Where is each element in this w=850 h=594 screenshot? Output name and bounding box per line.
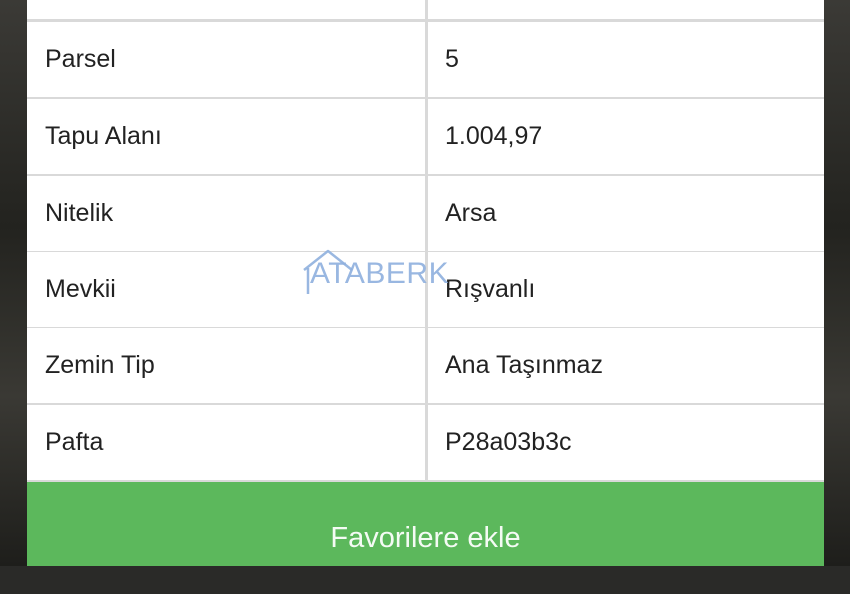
background-right [824, 0, 850, 566]
nitelik-value: Arsa [445, 199, 497, 227]
tapu-alani-value: 1.004,97 [445, 122, 543, 150]
mevkii-value: Rışvanlı [445, 275, 536, 303]
row-label [45, 0, 405, 19]
pafta-value: P28a03b3c [445, 428, 572, 456]
pafta-label: Pafta [45, 428, 104, 456]
row-value [445, 0, 805, 19]
mevkii-label: Mevkii [45, 275, 116, 303]
tapu-alani-label: Tapu Alanı [45, 122, 162, 150]
parcel-details-panel: Parsel 5 Tapu Alanı 1.004,97 Nitelik Ars… [27, 0, 824, 566]
background-left [0, 0, 27, 566]
parsel-value: 5 [445, 45, 459, 73]
zemin-tip-value: Ana Taşınmaz [445, 351, 603, 379]
column-divider [425, 0, 428, 482]
add-to-favorites-button[interactable]: Favorilere ekle [27, 482, 824, 566]
nitelik-label: Nitelik [45, 199, 114, 227]
parsel-label: Parsel [45, 45, 116, 73]
zemin-tip-label: Zemin Tip [45, 351, 155, 379]
